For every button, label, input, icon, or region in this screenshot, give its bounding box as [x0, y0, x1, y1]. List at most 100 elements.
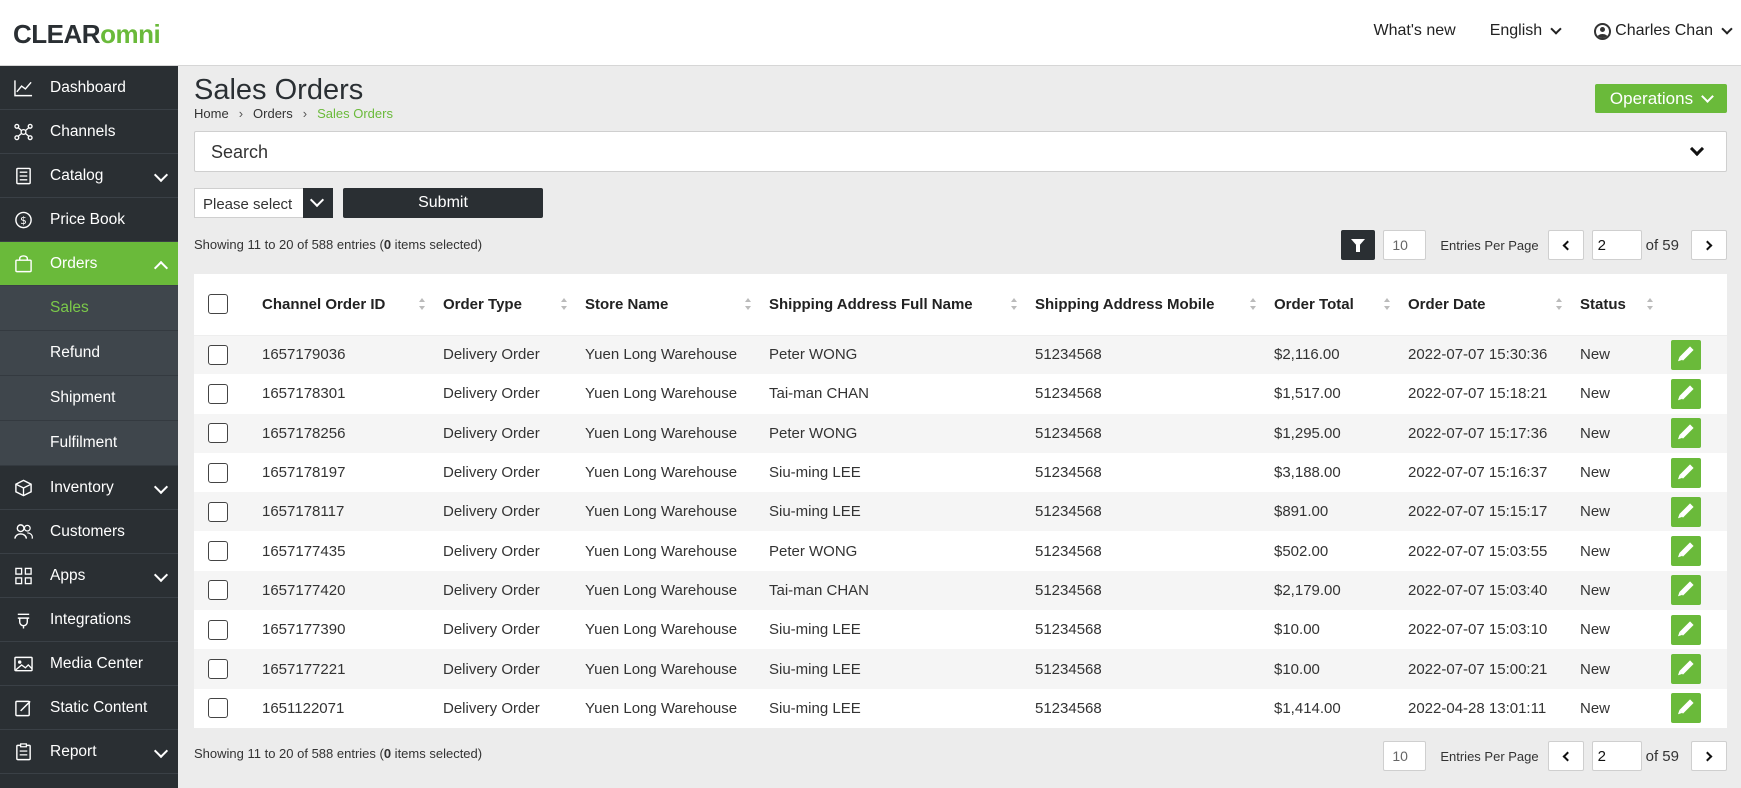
column-header-order-date[interactable]: Order Date — [1408, 274, 1580, 336]
cell-channel-order-id: 1657178197 — [262, 452, 443, 493]
row-checkbox[interactable] — [208, 659, 228, 680]
grid-icon — [15, 567, 32, 585]
whats-new-link[interactable]: What's new — [1373, 22, 1455, 40]
row-checkbox[interactable] — [208, 541, 228, 562]
operations-button[interactable]: Operations — [1595, 84, 1727, 113]
row-checkbox[interactable] — [208, 344, 228, 365]
select-all-checkbox[interactable] — [208, 294, 228, 315]
prev-page-button[interactable] — [1547, 741, 1584, 771]
breadcrumb-orders[interactable]: Orders — [253, 106, 293, 121]
column-header-status[interactable]: Status — [1580, 274, 1671, 336]
cell-shipping-full-name: Siu-ming LEE — [769, 688, 1035, 728]
page-number-input[interactable]: 2 — [1591, 741, 1642, 771]
search-panel-toggle[interactable]: Search — [194, 131, 1727, 172]
column-header-store-name[interactable]: Store Name — [585, 274, 769, 336]
sort-icon — [561, 298, 569, 311]
entries-per-page-input[interactable]: 10 — [1383, 741, 1427, 771]
submit-button[interactable]: Submit — [343, 188, 543, 218]
edit-button[interactable] — [1671, 654, 1701, 685]
sidebar-item-dashboard[interactable]: Dashboard — [0, 66, 178, 110]
edit-button[interactable] — [1671, 693, 1701, 724]
sidebar-item-static-content[interactable]: Static Content — [0, 686, 178, 730]
table-row: 1651122071 Delivery Order Yuen Long Wareho… — [194, 688, 1727, 728]
cell-order-date: 2022-07-07 15:30:36 — [1408, 335, 1580, 375]
sidebar-item-media-center[interactable]: Media Center — [0, 642, 178, 686]
cell-channel-order-id: 1657178301 — [262, 374, 443, 414]
sort-icon — [1556, 298, 1564, 311]
sidebar-subitem-shipment[interactable]: Shipment — [0, 376, 178, 421]
plug-icon — [17, 613, 30, 629]
cell-status: New — [1580, 452, 1671, 493]
chevron-left-icon — [1562, 240, 1573, 251]
row-actions-cell — [1671, 492, 1727, 532]
cell-order-total: $1,295.00 — [1274, 413, 1408, 453]
next-page-button[interactable] — [1691, 741, 1727, 771]
sidebar-item-inventory[interactable]: Inventory — [0, 466, 178, 510]
row-checkbox[interactable] — [208, 698, 228, 719]
sidebar-subitem-sales[interactable]: Sales — [0, 286, 178, 331]
entries-per-page-input[interactable]: 10 — [1383, 230, 1427, 260]
row-actions-cell — [1671, 452, 1727, 493]
row-select-cell — [194, 492, 262, 532]
chevron-down-icon — [1689, 141, 1705, 157]
cell-store-name: Yuen Long Warehouse — [585, 570, 769, 611]
edit-button[interactable] — [1671, 614, 1701, 645]
sidebar-subitem-refund[interactable]: Refund — [0, 331, 178, 376]
row-checkbox[interactable] — [208, 423, 228, 444]
edit-button[interactable] — [1671, 339, 1701, 370]
page-number-input[interactable]: 2 — [1591, 230, 1642, 260]
sort-icon — [1250, 298, 1258, 311]
chevron-right-icon — [1702, 240, 1713, 251]
prev-page-button[interactable] — [1547, 230, 1584, 260]
row-checkbox[interactable] — [208, 501, 228, 522]
cell-order-date: 2022-07-07 15:03:10 — [1408, 610, 1580, 650]
sidebar-item-price-book[interactable]: $ Price Book — [0, 198, 178, 242]
filter-icon[interactable] — [1341, 230, 1376, 260]
column-header-channel-order-id[interactable]: Channel Order ID — [262, 274, 443, 336]
column-header-order-total[interactable]: Order Total — [1274, 274, 1408, 336]
logo[interactable]: CLEARomni — [13, 19, 161, 50]
row-select-cell — [194, 688, 262, 728]
cell-shipping-full-name: Tai-man CHAN — [769, 374, 1035, 414]
row-select-cell — [194, 570, 262, 611]
cell-order-total: $502.00 — [1274, 531, 1408, 571]
cell-shipping-mobile: 51234568 — [1035, 649, 1274, 689]
sidebar-item-integrations[interactable]: Integrations — [0, 598, 178, 642]
sidebar-item-channels[interactable]: Channels — [0, 110, 178, 154]
select-dropdown-button[interactable] — [303, 188, 333, 218]
row-checkbox[interactable] — [208, 580, 228, 601]
column-header-shipping-full-name[interactable]: Shipping Address Full Name — [769, 274, 1035, 336]
sidebar-item-catalog[interactable]: Catalog — [0, 154, 178, 198]
breadcrumb-home[interactable]: Home — [194, 106, 229, 121]
edit-button[interactable] — [1671, 496, 1701, 527]
sidebar-item-customers[interactable]: Customers — [0, 510, 178, 554]
row-actions-cell — [1671, 531, 1727, 571]
sidebar-item-report[interactable]: Report — [0, 730, 178, 774]
row-checkbox[interactable] — [208, 462, 228, 483]
column-header-shipping-mobile[interactable]: Shipping Address Mobile — [1035, 274, 1274, 336]
row-checkbox[interactable] — [208, 383, 228, 404]
sidebar-subitem-fulfilment[interactable]: Fulfilment — [0, 421, 178, 466]
cell-channel-order-id: 1657177221 — [262, 649, 443, 689]
svg-text:$: $ — [20, 215, 27, 227]
edit-button[interactable] — [1671, 536, 1701, 567]
chevron-down-icon — [1701, 89, 1714, 103]
cell-shipping-mobile: 51234568 — [1035, 335, 1274, 375]
table-row: 1657179036 Delivery Order Yuen Long Wareho… — [194, 335, 1727, 375]
edit-button[interactable] — [1671, 457, 1701, 488]
cell-shipping-mobile: 51234568 — [1035, 413, 1274, 453]
row-actions-cell — [1671, 413, 1727, 453]
next-page-button[interactable] — [1691, 230, 1727, 260]
sidebar-item-apps[interactable]: Apps — [0, 554, 178, 598]
language-dropdown[interactable]: English — [1490, 22, 1562, 40]
user-menu[interactable]: Charles Chan — [1594, 22, 1733, 40]
edit-button[interactable] — [1671, 575, 1701, 606]
edit-button[interactable] — [1671, 418, 1701, 449]
row-checkbox[interactable] — [208, 619, 228, 640]
edit-button[interactable] — [1671, 378, 1701, 409]
cell-channel-order-id: 1657178256 — [262, 413, 443, 453]
column-header-order-type[interactable]: Order Type — [443, 274, 585, 336]
sidebar-item-orders[interactable]: Orders — [0, 242, 178, 286]
cell-status: New — [1580, 413, 1671, 453]
bulk-action-select[interactable]: Please select — [194, 188, 333, 218]
